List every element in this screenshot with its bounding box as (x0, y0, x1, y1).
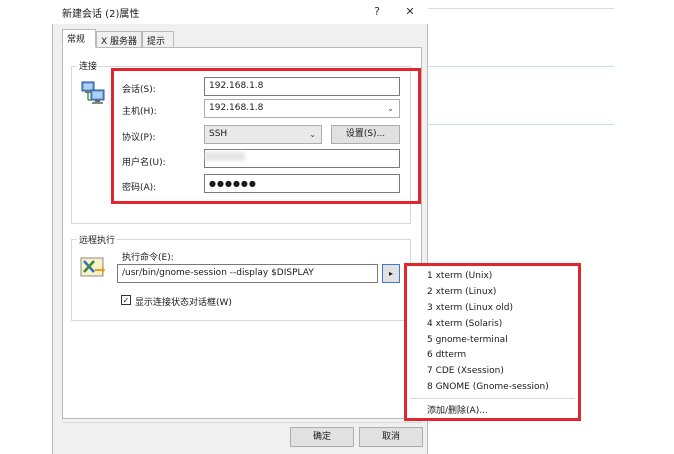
menu-item[interactable]: 3 xterm (Linux old) (427, 303, 513, 313)
tab-general[interactable]: 常规 (62, 29, 96, 48)
menu-item[interactable]: 8 GNOME (Gnome-session) (427, 382, 549, 392)
menu-item[interactable]: 4 xterm (Solaris) (427, 319, 502, 329)
background-divider (428, 124, 614, 125)
help-button[interactable]: ? (366, 3, 388, 21)
connection-group-label: 连接 (77, 59, 100, 72)
close-button[interactable]: ✕ (399, 3, 421, 21)
menu-item[interactable]: 1 xterm (Unix) (427, 271, 492, 281)
status-dialog-checkbox-label: 显示连接状态对话框(W) (135, 298, 232, 308)
footer-divider (62, 422, 422, 423)
remote-exec-group-label: 远程执行 (77, 233, 118, 246)
menu-item[interactable]: 6 dtterm (427, 350, 466, 360)
ok-button[interactable]: 确定 (290, 427, 354, 447)
connection-highlight-box (111, 68, 421, 204)
status-dialog-checkbox[interactable]: ✓ (121, 295, 131, 305)
command-dropdown-button[interactable]: ▸ (382, 264, 400, 283)
background-divider (428, 66, 614, 67)
tab-hints[interactable]: 提示 (142, 31, 174, 48)
background-divider (428, 8, 614, 9)
menu-separator (410, 398, 575, 399)
menu-item-add-remove[interactable]: 添加/删除(A)... (427, 403, 488, 416)
command-label: 执行命令(E): (122, 253, 174, 263)
tab-x-server[interactable]: X 服务器 (96, 31, 142, 48)
remote-exec-icon (80, 257, 106, 279)
network-computers-icon (80, 80, 106, 106)
menu-item[interactable]: 5 gnome-terminal (427, 335, 508, 345)
command-input[interactable]: /usr/bin/gnome-session --display $DISPLA… (117, 264, 378, 283)
menu-item[interactable]: 7 CDE (Xsession) (427, 366, 504, 376)
window-title: 新建会话 (2)属性 (62, 9, 140, 20)
cancel-button[interactable]: 取消 (359, 427, 423, 447)
menu-item[interactable]: 2 xterm (Linux) (427, 287, 496, 297)
